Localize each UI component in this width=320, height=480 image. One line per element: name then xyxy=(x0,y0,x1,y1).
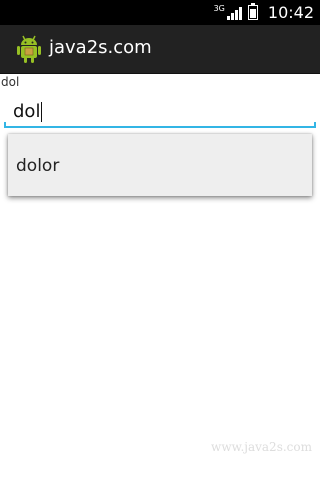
input-underline-left-tick xyxy=(4,122,6,128)
suggestion-label: dolor xyxy=(16,156,60,176)
watermark: www.java2s.com xyxy=(211,440,312,454)
autocomplete-dropdown: dolor xyxy=(8,134,312,196)
android-robot-icon[interactable] xyxy=(15,34,43,64)
field-label: dol xyxy=(1,75,20,89)
status-icons: 3G 10:42 xyxy=(214,3,314,22)
action-bar: java2s.com xyxy=(0,25,320,74)
signal-strength-icon xyxy=(226,5,242,20)
status-clock: 10:42 xyxy=(267,3,314,22)
battery-icon xyxy=(247,3,258,20)
app-title: java2s.com xyxy=(49,37,152,58)
network-type-label: 3G xyxy=(213,3,225,13)
autocomplete-input[interactable]: dol xyxy=(4,94,316,128)
input-value[interactable]: dol xyxy=(13,101,40,122)
text-caret xyxy=(41,102,42,122)
battery-level-fill xyxy=(249,9,256,18)
status-bar: 3G 10:42 xyxy=(0,0,320,25)
input-underline xyxy=(4,126,316,128)
suggestion-item[interactable]: dolor xyxy=(8,134,312,196)
input-underline-right-tick xyxy=(314,122,316,128)
